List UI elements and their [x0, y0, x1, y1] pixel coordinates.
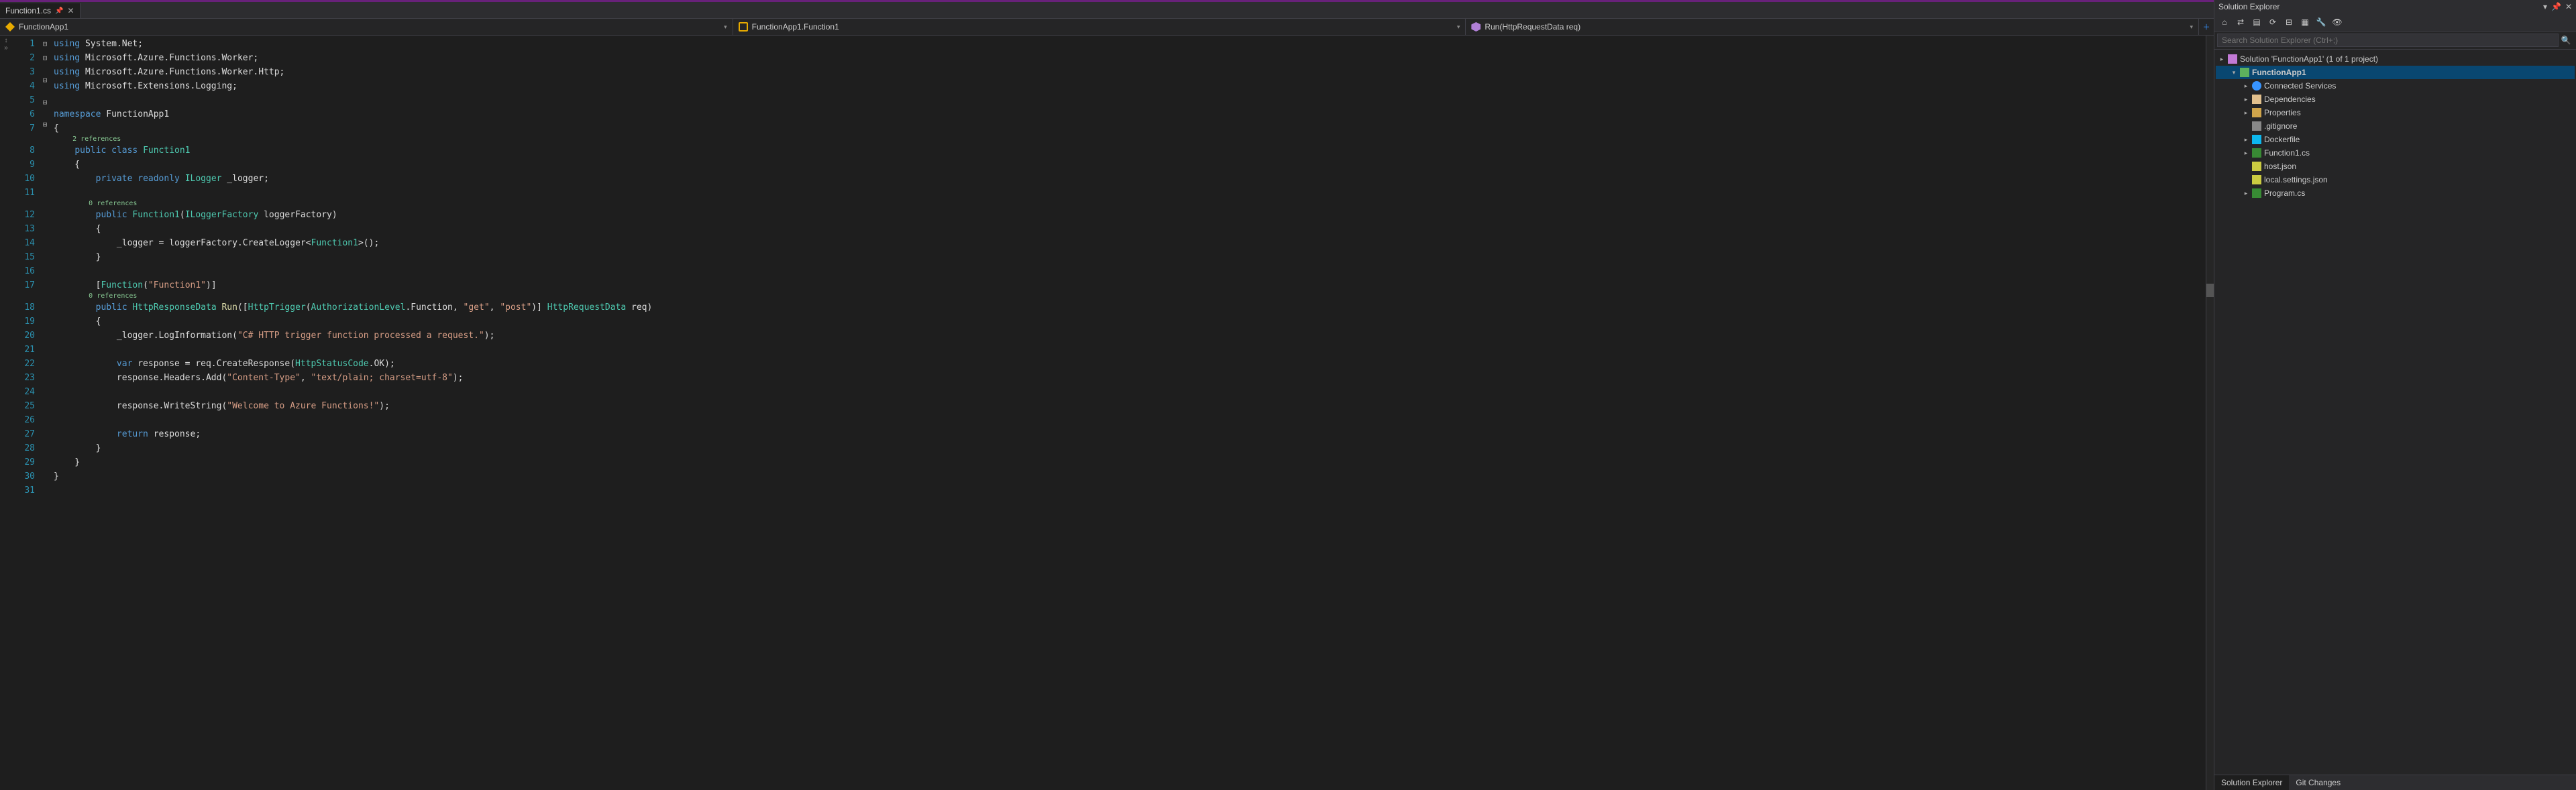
tree-item-dockerfile[interactable]: ▸Dockerfile [2216, 133, 2575, 146]
chevron-down-icon: ▾ [724, 23, 727, 31]
search-input[interactable] [2217, 34, 2559, 47]
pending-filter-button[interactable]: ▤ [2249, 15, 2264, 30]
tree-item-connected-services[interactable]: ▸Connected Services [2216, 79, 2575, 93]
class-icon [739, 22, 748, 32]
tree-project[interactable]: ▾FunctionApp1 [2216, 66, 2575, 79]
solution-tree[interactable]: ▸Solution 'FunctionApp1' (1 of 1 project… [2214, 50, 2576, 775]
outlining-gutter[interactable]: ⊟ ⊟ ⊟ ⊟ ⊟ [40, 36, 50, 790]
method-icon [1471, 22, 1481, 32]
tool-tab-strip: Solution Explorer Git Changes [2214, 775, 2576, 790]
navigation-bar: FunctionApp1 ▾ FunctionApp1.Function1 ▾ … [0, 19, 2214, 36]
tree-item-properties[interactable]: ▸Properties [2216, 106, 2575, 119]
tree-item--gitignore[interactable]: .gitignore [2216, 119, 2575, 133]
tree-solution-root[interactable]: ▸Solution 'FunctionApp1' (1 of 1 project… [2216, 52, 2575, 66]
auto-hide-icon[interactable]: 📌 [2551, 2, 2561, 11]
namespace-icon [5, 22, 15, 32]
tab-git-changes[interactable]: Git Changes [2289, 775, 2347, 790]
tree-item-local-settings-json[interactable]: local.settings.json [2216, 173, 2575, 186]
nav-namespace-dropdown[interactable]: FunctionApp1 ▾ [0, 19, 733, 35]
close-icon[interactable]: ✕ [2565, 2, 2572, 11]
nav-class-text: FunctionApp1.Function1 [752, 22, 839, 32]
nav-namespace-text: FunctionApp1 [19, 22, 68, 32]
code-editor[interactable]: using System.Net; using Microsoft.Azure.… [50, 36, 2206, 790]
solution-search: 🔍 [2214, 32, 2576, 50]
tree-item-host-json[interactable]: host.json [2216, 160, 2575, 173]
nav-class-dropdown[interactable]: FunctionApp1.Function1 ▾ [733, 19, 1466, 35]
document-tab-function1[interactable]: Function1.cs 📌 ✕ [0, 3, 80, 18]
chevron-down-icon: ▾ [1457, 23, 1460, 31]
tree-item-dependencies[interactable]: ▸Dependencies [2216, 93, 2575, 106]
properties-button[interactable]: 🔧 [2314, 15, 2328, 30]
preview-button[interactable]: 👁 [2330, 15, 2345, 30]
tab-solution-explorer[interactable]: Solution Explorer [2214, 775, 2289, 790]
vertical-scrollbar[interactable] [2206, 36, 2214, 790]
nav-member-dropdown[interactable]: Run(HttpRequestData req) ▾ [1466, 19, 2199, 35]
add-file-button[interactable]: ＋ [2199, 21, 2214, 32]
tab-file-name: Function1.cs [5, 6, 51, 15]
search-icon[interactable]: 🔍 [2559, 33, 2573, 48]
solution-explorer-header: Solution Explorer ▾ 📌 ✕ [2214, 0, 2576, 13]
collapse-all-button[interactable]: ⊟ [2282, 15, 2296, 30]
scrollbar-thumb[interactable] [2206, 284, 2214, 297]
switch-views-button[interactable]: ⇄ [2233, 15, 2248, 30]
document-tab-well: Function1.cs 📌 ✕ [0, 2, 2214, 19]
solution-explorer-toolbar: ⌂ ⇄ ▤ ⟳ ⊟ ▦ 🔧 👁 [2214, 13, 2576, 32]
panel-title: Solution Explorer [2218, 2, 2279, 11]
line-number-gutter[interactable]: 1234567891011121314151617181920212223242… [12, 36, 40, 790]
tree-item-function1-cs[interactable]: ▸Function1.cs [2216, 146, 2575, 160]
chevron-down-icon: ▾ [2190, 23, 2193, 31]
show-all-button[interactable]: ▦ [2298, 15, 2312, 30]
sync-button[interactable]: ⟳ [2265, 15, 2280, 30]
tree-item-program-cs[interactable]: ▸Program.cs [2216, 186, 2575, 200]
home-button[interactable]: ⌂ [2217, 15, 2232, 30]
pin-icon[interactable]: 📌 [55, 7, 63, 15]
close-icon[interactable]: ✕ [68, 6, 74, 15]
margin-indicator: ↕» [0, 36, 12, 790]
nav-member-text: Run(HttpRequestData req) [1485, 22, 1580, 32]
window-position-icon[interactable]: ▾ [2543, 2, 2547, 11]
